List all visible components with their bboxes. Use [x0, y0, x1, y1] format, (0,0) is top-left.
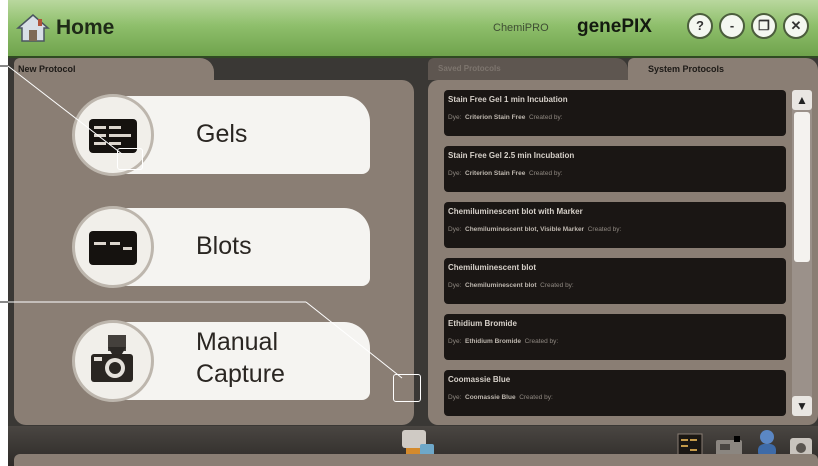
- protocol-title: Chemiluminescent blot: [448, 263, 537, 272]
- bottom-strip: [14, 454, 818, 466]
- dye-value: Chemiluminescent blot, Visible Marker: [465, 226, 585, 233]
- tab-system-protocols-label: System Protocols: [648, 64, 725, 74]
- restore-button[interactable]: ❐: [751, 13, 777, 39]
- new-protocol-panel: Gels Blots Manual Capture: [14, 80, 414, 425]
- scroll-thumb[interactable]: [794, 112, 810, 262]
- capture-label: Capture: [196, 360, 285, 388]
- list-item[interactable]: Stain Free Gel 1 min Incubation Dye: Cri…: [444, 90, 786, 136]
- list-item[interactable]: Ethidium Bromide Dye: Ethidium Bromide C…: [444, 314, 786, 360]
- created-by: Created by:: [524, 338, 559, 345]
- dye-value: Chemiluminescent blot: [465, 282, 537, 289]
- created-by: Created by:: [540, 282, 574, 289]
- close-button[interactable]: ✕: [783, 13, 809, 39]
- dye-value: Criterion Stain Free: [465, 114, 526, 121]
- blots-label: Blots: [196, 232, 252, 260]
- scroll-down-icon[interactable]: ▼: [792, 396, 812, 416]
- home-icon[interactable]: [16, 13, 50, 43]
- created-by: Created by:: [528, 170, 563, 177]
- brand-name: genePIX: [577, 16, 652, 37]
- system-protocols-panel: Stain Free Gel 1 min Incubation Dye: Cri…: [428, 80, 818, 425]
- list-item[interactable]: Chemiluminescent blot Dye: Chemiluminesc…: [444, 258, 786, 304]
- camera-icon: [72, 320, 154, 402]
- scrollbar[interactable]: ▲ ▼: [792, 90, 812, 416]
- protocol-title: Stain Free Gel 1 min Incubation: [448, 95, 568, 104]
- dye-value: Ethidium Bromide: [465, 338, 521, 345]
- created-by: Created by:: [528, 114, 563, 121]
- blot-icon: [72, 206, 154, 288]
- tab-new-protocol-label: New Protocol: [18, 64, 76, 74]
- list-item[interactable]: Chemiluminescent blot with Marker Dye: C…: [444, 202, 786, 248]
- tab-new-protocol[interactable]: New Protocol: [14, 58, 214, 82]
- manual-capture-button[interactable]: Manual Capture: [72, 320, 384, 402]
- dye-label: Dye:: [448, 394, 462, 401]
- blots-button[interactable]: Blots: [72, 206, 384, 288]
- minimize-button[interactable]: -: [719, 13, 745, 39]
- list-item[interactable]: Coomassie Blue Dye: Coomassie Blue Creat…: [444, 370, 786, 416]
- title-bar: Home ChemiPRO genePIX ? - ❐ ✕: [8, 0, 818, 58]
- dye-value: Criterion Stain Free: [465, 170, 526, 177]
- manual-label: Manual: [196, 328, 278, 356]
- scroll-up-icon[interactable]: ▲: [792, 90, 812, 110]
- callout-box-panel: [393, 374, 421, 402]
- dye-label: Dye:: [448, 114, 462, 121]
- tab-system-protocols[interactable]: System Protocols: [628, 58, 818, 82]
- protocol-title: Ethidium Bromide: [448, 319, 517, 328]
- product-name: ChemiPRO: [493, 22, 549, 34]
- tab-saved-protocols[interactable]: Saved Protocols: [428, 58, 628, 80]
- page-title: Home: [56, 16, 115, 39]
- dye-value: Coomassie Blue: [465, 394, 516, 401]
- created-by: Created by:: [587, 226, 622, 233]
- callout-box-gels: [117, 148, 143, 170]
- gels-label: Gels: [196, 120, 248, 148]
- protocol-title: Stain Free Gel 2.5 min Incubation: [448, 151, 575, 160]
- tab-saved-protocols-label: Saved Protocols: [438, 64, 501, 73]
- dye-label: Dye:: [448, 282, 462, 289]
- dye-label: Dye:: [448, 338, 462, 345]
- list-item[interactable]: Stain Free Gel 2.5 min Incubation Dye: C…: [444, 146, 786, 192]
- dye-label: Dye:: [448, 170, 462, 177]
- help-button[interactable]: ?: [687, 13, 713, 39]
- dye-label: Dye:: [448, 226, 462, 233]
- protocol-title: Chemiluminescent blot with Marker: [448, 207, 583, 216]
- protocol-title: Coomassie Blue: [448, 375, 511, 384]
- created-by: Created by:: [519, 394, 553, 401]
